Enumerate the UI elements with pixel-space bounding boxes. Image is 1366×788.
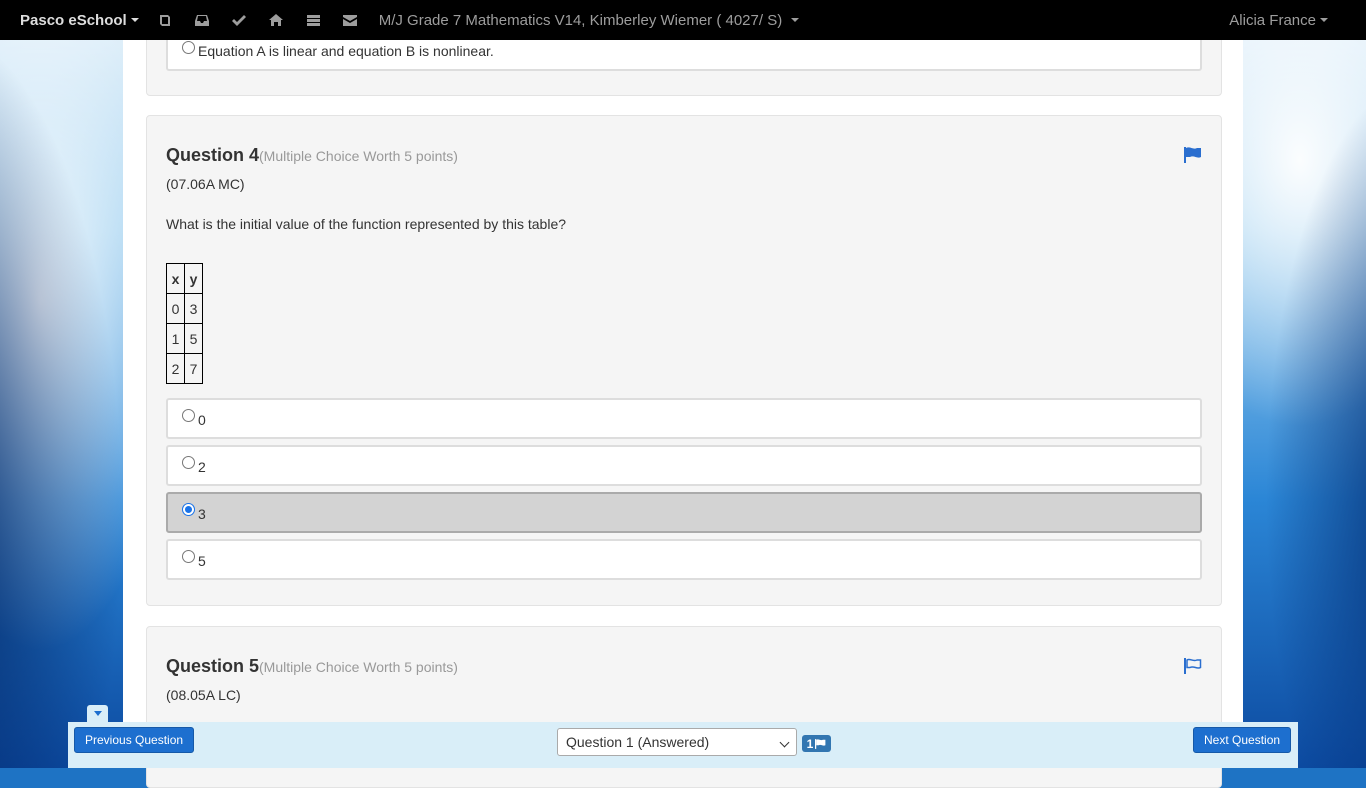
- book-icon[interactable]: [147, 0, 184, 40]
- question-text: What is the initial value of the functio…: [166, 216, 567, 232]
- next-question-button[interactable]: Next Question: [1193, 727, 1292, 753]
- question-code: (08.05A LC): [166, 687, 241, 703]
- question-number: Question 5: [166, 656, 260, 676]
- list-icon[interactable]: [295, 0, 332, 40]
- user-menu[interactable]: Alicia France: [1229, 0, 1328, 40]
- table-cell: 5: [184, 323, 203, 354]
- question-code: (07.06A MC): [166, 176, 245, 192]
- inbox-icon[interactable]: [184, 0, 221, 40]
- radio-button-selected[interactable]: [182, 503, 195, 516]
- table-cell: 2: [166, 353, 185, 384]
- envelope-icon[interactable]: [332, 0, 369, 40]
- question-4-panel: Question 4(Multiple Choice Worth 5 point…: [146, 115, 1222, 606]
- choice-label: Equation A is linear and equation B is n…: [198, 43, 494, 59]
- chevron-down-icon: [1320, 18, 1328, 22]
- flag-outline-icon[interactable]: [1184, 658, 1202, 674]
- check-icon[interactable]: [221, 0, 258, 40]
- chevron-down-icon: [93, 711, 102, 716]
- chevron-down-icon: [779, 737, 790, 748]
- table-header-cell: y: [184, 263, 203, 294]
- function-table: x y 0 3 1 5 2 7: [166, 263, 203, 384]
- flag-count: 1: [806, 736, 814, 751]
- chevron-down-icon: [791, 18, 800, 22]
- choice-label: 5: [198, 552, 206, 569]
- bottom-navigation-bar: Previous Question Question 1 (Answered) …: [68, 722, 1298, 768]
- table-row: 0 3: [166, 293, 203, 324]
- table-cell: 3: [184, 293, 203, 324]
- top-navbar: Pasco eSchool M/J Grade 7 Mathematics V1…: [0, 0, 1366, 40]
- brand-menu[interactable]: Pasco eSchool: [20, 12, 139, 29]
- answer-choice-5[interactable]: 5: [166, 539, 1202, 580]
- choice-label: 2: [198, 458, 206, 475]
- table-header-row: x y: [166, 263, 203, 294]
- flag-icon[interactable]: [1184, 147, 1202, 163]
- radio-button[interactable]: [182, 456, 195, 469]
- home-icon[interactable]: [258, 0, 295, 40]
- answer-choice-2[interactable]: 2: [166, 445, 1202, 486]
- table-cell: 1: [166, 323, 185, 354]
- choice-label: 0: [198, 411, 206, 428]
- brand-label: Pasco eSchool: [20, 11, 127, 29]
- question-title: Question 4(Multiple Choice Worth 5 point…: [166, 145, 458, 166]
- question-meta: (Multiple Choice Worth 5 points): [259, 148, 458, 164]
- question-meta: (Multiple Choice Worth 5 points): [259, 659, 458, 675]
- table-row: 1 5: [166, 323, 203, 354]
- chevron-down-icon: [130, 18, 139, 22]
- question-title: Question 5(Multiple Choice Worth 5 point…: [166, 656, 458, 677]
- table-cell: 0: [166, 293, 185, 324]
- radio-button[interactable]: [182, 40, 195, 54]
- course-menu[interactable]: M/J Grade 7 Mathematics V14, Kimberley W…: [378, 11, 800, 29]
- flagged-count-badge[interactable]: 1: [802, 735, 831, 752]
- question-select[interactable]: Question 1 (Answered): [557, 728, 797, 756]
- radio-button[interactable]: [182, 409, 195, 422]
- flag-icon: [815, 738, 826, 749]
- radio-button[interactable]: [182, 550, 195, 563]
- choice-label: 3: [198, 505, 206, 522]
- table-row: 2 7: [166, 353, 203, 384]
- question-number: Question 4: [166, 145, 260, 165]
- table-cell: 7: [184, 353, 203, 384]
- table-header-cell: x: [166, 263, 185, 294]
- previous-question-button[interactable]: Previous Question: [74, 727, 195, 753]
- user-name: Alicia France: [1229, 11, 1316, 29]
- collapse-toggle-button[interactable]: [87, 705, 108, 722]
- answer-choice-0[interactable]: 0: [166, 398, 1202, 439]
- answer-choice-3-selected[interactable]: 3: [166, 492, 1202, 533]
- course-label: M/J Grade 7 Mathematics V14, Kimberley W…: [378, 11, 783, 29]
- question-select-value: Question 1 (Answered): [566, 734, 710, 750]
